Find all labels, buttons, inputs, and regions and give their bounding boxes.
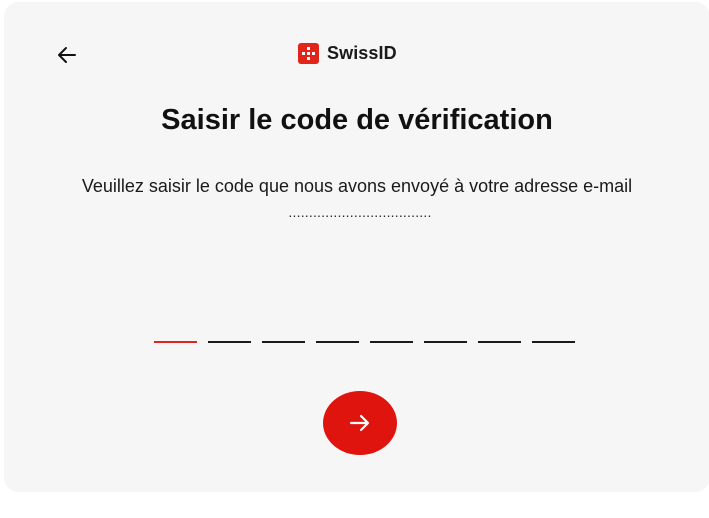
code-slot-1[interactable]: [154, 341, 197, 343]
swissid-logo-icon: [298, 42, 319, 64]
code-slot-6[interactable]: [424, 341, 467, 343]
arrow-right-icon: [349, 414, 370, 432]
code-slot-3[interactable]: [262, 341, 305, 343]
code-slot-5[interactable]: [370, 341, 413, 343]
code-slot-4[interactable]: [316, 341, 359, 343]
instruction: Veuillez saisir le code que nous avons e…: [45, 173, 669, 225]
instruction-text: Veuillez saisir le code que nous avons e…: [81, 176, 633, 196]
arrow-left-icon: [58, 47, 76, 63]
verification-card: SwissID Saisir le code de vérification V…: [5, 3, 709, 491]
masked-email: ...................................: [288, 204, 432, 220]
verification-code-input[interactable]: [154, 341, 575, 343]
submit-button[interactable]: [323, 391, 397, 455]
brand: SwissID: [298, 41, 397, 65]
page-title: Saisir le code de vérification: [161, 104, 553, 136]
code-slot-8[interactable]: [532, 341, 575, 343]
back-button[interactable]: [53, 41, 81, 69]
code-slot-2[interactable]: [208, 341, 251, 343]
brand-name: SwissID: [327, 42, 397, 63]
code-slot-7[interactable]: [478, 341, 521, 343]
